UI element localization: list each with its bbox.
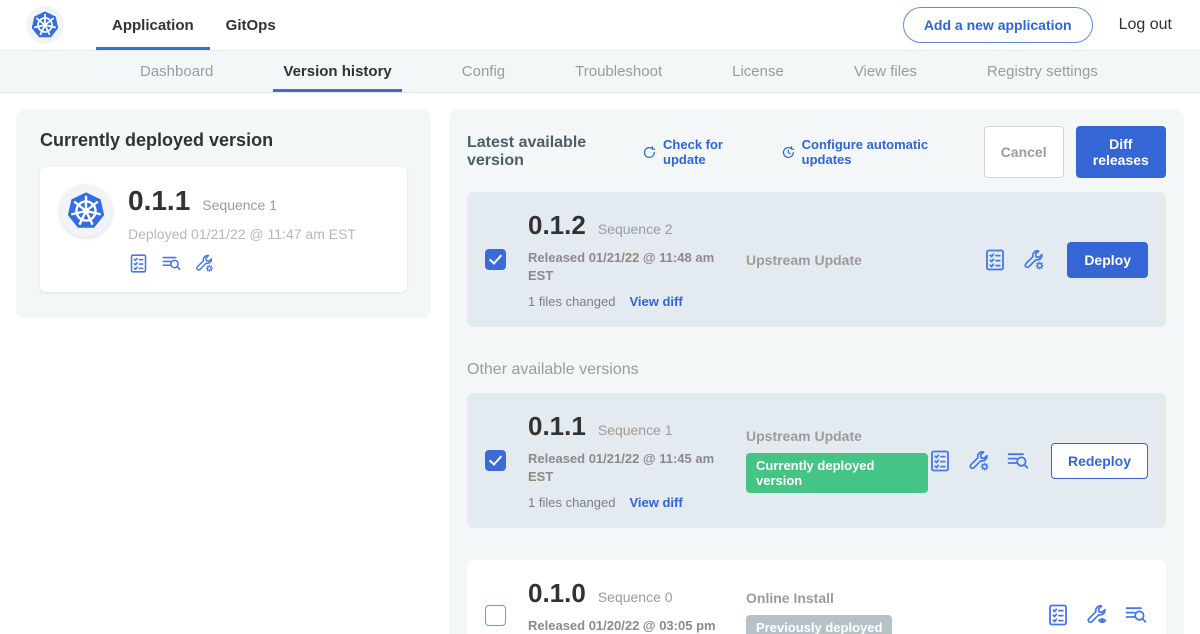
other-versions-header: Other available versions: [467, 361, 1166, 379]
view-files-icon[interactable]: [1006, 449, 1030, 473]
release-notes-icon[interactable]: [928, 449, 952, 473]
release-notes-icon[interactable]: [983, 248, 1007, 272]
version-number: 0.1.2: [528, 210, 586, 241]
version-checkbox[interactable]: [485, 605, 506, 626]
redeploy-button[interactable]: Redeploy: [1051, 443, 1148, 479]
tab-application[interactable]: Application: [96, 0, 210, 50]
released-timestamp: Released 01/21/22 @ 11:45 am EST: [528, 450, 723, 485]
currently-deployed-title: Currently deployed version: [40, 130, 407, 151]
version-history-panel: Latest available version Check for updat…: [449, 110, 1184, 634]
latest-version-title: Latest available version: [467, 134, 624, 170]
subnav-tab-view-files[interactable]: View files: [850, 51, 921, 92]
version-checkbox[interactable]: [485, 450, 506, 471]
cancel-button[interactable]: Cancel: [984, 126, 1064, 178]
refresh-icon: [642, 144, 657, 161]
logout-button[interactable]: Log out: [1119, 16, 1172, 34]
edit-config-icon[interactable]: [967, 449, 991, 473]
subnav-tab-troubleshoot[interactable]: Troubleshoot: [571, 51, 666, 92]
release-notes-icon[interactable]: [128, 253, 149, 274]
currently-deployed-badge: Currently deployed version: [746, 453, 928, 493]
subnav-tab-dashboard[interactable]: Dashboard: [136, 51, 217, 92]
deployed-version-number: 0.1.1: [128, 185, 190, 217]
release-notes-icon[interactable]: [1046, 603, 1070, 627]
clock-refresh-icon: [781, 144, 796, 161]
currently-deployed-panel: Currently deployed version 0.1.1 Sequenc…: [16, 110, 431, 318]
kubernetes-logo-icon: [26, 6, 64, 44]
configure-automatic-updates-link[interactable]: Configure automatic updates: [781, 137, 958, 167]
tab-gitops-label: GitOps: [226, 17, 276, 34]
version-row-0-1-1: 0.1.1 Sequence 1 Released 01/21/22 @ 11:…: [467, 393, 1166, 528]
kubernetes-app-icon: [60, 185, 112, 237]
sequence-label: Sequence 2: [598, 221, 673, 237]
subnav-tab-license[interactable]: License: [728, 51, 788, 92]
version-source-label: Upstream Update: [746, 428, 862, 444]
view-files-icon[interactable]: [1124, 603, 1148, 627]
version-source-label: Online Install: [746, 590, 834, 606]
deployed-sequence-label: Sequence 1: [202, 197, 277, 213]
diff-releases-button[interactable]: Diff releases: [1076, 126, 1166, 178]
edit-config-icon[interactable]: [1022, 248, 1046, 272]
tab-application-label: Application: [112, 17, 194, 34]
version-source-label: Upstream Update: [746, 252, 862, 268]
view-config-icon[interactable]: [1085, 603, 1109, 627]
sequence-label: Sequence 0: [598, 589, 673, 605]
files-changed-label: 1 files changed: [528, 495, 615, 510]
add-new-application-button[interactable]: Add a new application: [903, 7, 1093, 43]
deployed-timestamp: Deployed 01/21/22 @ 11:47 am EST: [128, 226, 356, 242]
version-number: 0.1.1: [528, 411, 586, 442]
check-for-update-link[interactable]: Check for update: [642, 137, 755, 167]
app-logo[interactable]: [26, 0, 64, 50]
view-diff-link[interactable]: View diff: [629, 294, 682, 309]
latest-version-header: Latest available version Check for updat…: [467, 126, 1166, 178]
sequence-label: Sequence 1: [598, 422, 673, 438]
view-files-icon[interactable]: [161, 253, 182, 274]
version-number: 0.1.0: [528, 578, 586, 609]
version-row-0-1-0: 0.1.0 Sequence 0 Released 01/20/22 @ 03:…: [467, 560, 1166, 634]
main-content: Currently deployed version 0.1.1 Sequenc…: [0, 93, 1200, 634]
version-row-0-1-2: 0.1.2 Sequence 2 Released 01/21/22 @ 11:…: [467, 192, 1166, 327]
subnav-tab-config[interactable]: Config: [458, 51, 509, 92]
deploy-button[interactable]: Deploy: [1067, 242, 1148, 278]
edit-config-icon[interactable]: [194, 253, 215, 274]
files-changed-label: 1 files changed: [528, 294, 615, 309]
released-timestamp: Released 01/21/22 @ 11:48 am EST: [528, 249, 723, 284]
released-timestamp: Released 01/20/22 @ 03:05 pm EST: [528, 617, 723, 634]
view-diff-link[interactable]: View diff: [629, 495, 682, 510]
top-nav: Application GitOps Add a new application…: [0, 0, 1200, 50]
version-checkbox[interactable]: [485, 249, 506, 270]
subnav-tab-version-history[interactable]: Version history: [279, 51, 395, 92]
subnav-tab-registry-settings[interactable]: Registry settings: [983, 51, 1102, 92]
previously-deployed-badge: Previously deployed: [746, 615, 892, 634]
tab-gitops[interactable]: GitOps: [210, 0, 292, 50]
app-sub-nav: Dashboard Version history Config Trouble…: [0, 50, 1200, 93]
deployed-version-card: 0.1.1 Sequence 1 Deployed 01/21/22 @ 11:…: [40, 167, 407, 292]
